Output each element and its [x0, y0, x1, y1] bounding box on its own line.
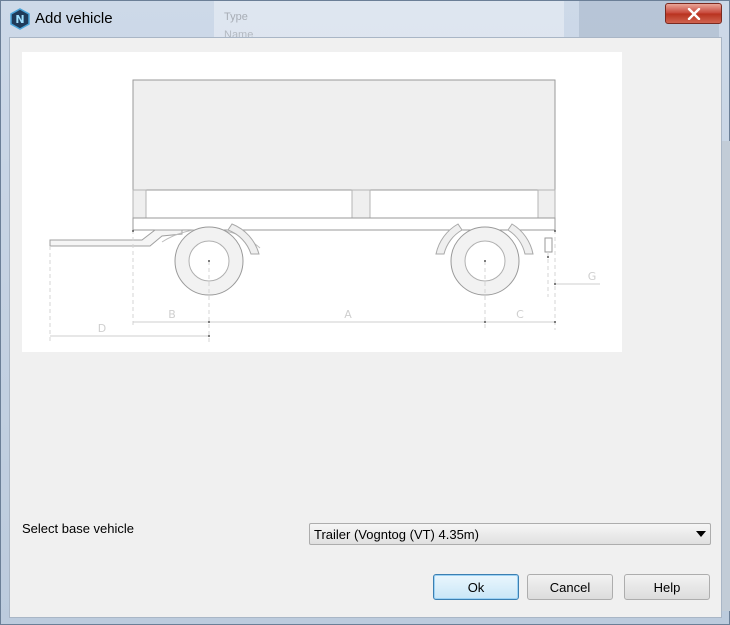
- dimension-label-d: D: [98, 322, 106, 335]
- base-vehicle-selected-value: Trailer (Vogntog (VT) 4.35m): [314, 526, 479, 542]
- frame-post-mid: [351, 189, 371, 219]
- base-vehicle-label: Select base vehicle: [22, 521, 135, 536]
- dialog-content: B A C D G Select base vehicle Trailer (V…: [9, 37, 722, 618]
- dimension-label-a: A: [344, 308, 352, 321]
- cancel-button[interactable]: Cancel: [527, 574, 613, 600]
- background-hint-type: Type: [224, 11, 248, 23]
- close-button[interactable]: [665, 3, 722, 24]
- window-title: Add vehicle: [35, 10, 113, 27]
- app-logo-icon: N: [9, 8, 31, 30]
- base-vehicle-select[interactable]: Trailer (Vogntog (VT) 4.35m): [309, 523, 711, 545]
- add-vehicle-dialog: Type Name N Add vehicle B A C D G Select…: [0, 0, 730, 625]
- rear-light: [544, 237, 553, 253]
- ok-button[interactable]: Ok: [433, 574, 519, 600]
- frame-post-right: [537, 189, 556, 219]
- dimension-label-g: G: [588, 270, 597, 283]
- drawbar: [49, 229, 183, 247]
- background-scrollbar: [722, 141, 730, 611]
- cargo-box: [132, 79, 556, 191]
- dropdown-arrow-icon: [696, 531, 706, 537]
- help-button[interactable]: Help: [624, 574, 710, 600]
- svg-text:N: N: [15, 13, 24, 26]
- frame-post-left: [132, 189, 147, 219]
- trailer-schematic: B A C D G: [49, 79, 600, 342]
- background-window-ghost: Type Name: [214, 1, 564, 41]
- dimension-label-c: C: [516, 308, 524, 321]
- frame-lower: [132, 189, 556, 219]
- vehicle-drawing-panel: B A C D G: [22, 52, 622, 352]
- dimension-label-b: B: [168, 308, 176, 321]
- close-icon: [687, 7, 700, 20]
- title-bar[interactable]: Type Name N Add vehicle: [1, 1, 729, 41]
